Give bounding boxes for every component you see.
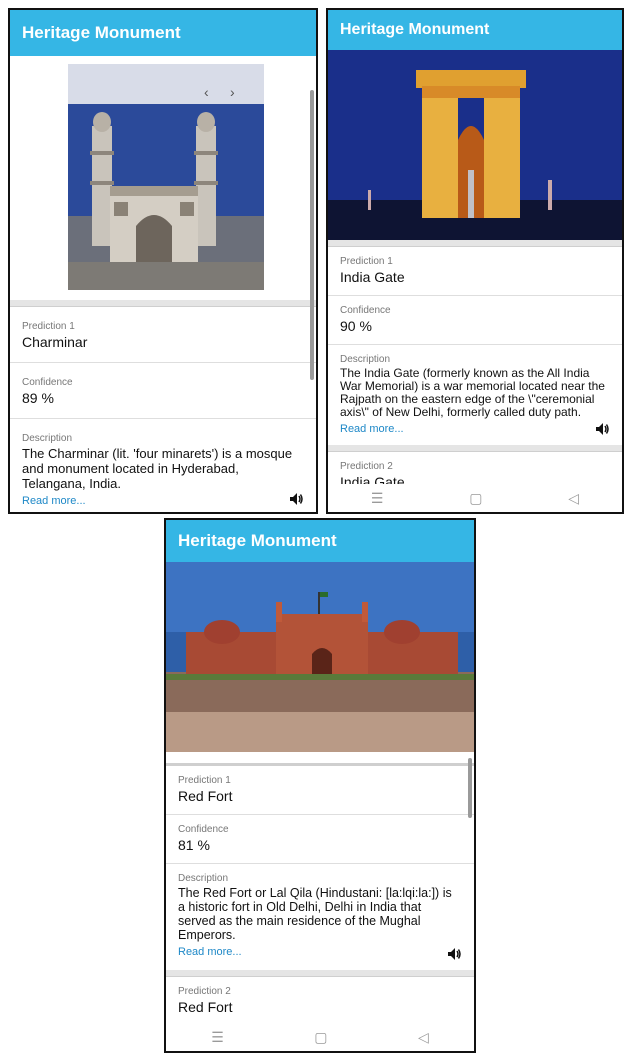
description-text: The Red Fort or Lal Qila (Hindustani: [l…: [178, 886, 452, 942]
prediction-2-field: Prediction 2 Red Fort: [166, 977, 474, 1025]
speaker-icon[interactable]: [594, 421, 610, 437]
description-field: Description The Charminar (lit. 'four mi…: [10, 419, 316, 512]
confidence-value: 81 %: [178, 837, 210, 853]
prediction-1-field: Prediction 1 Red Fort: [166, 766, 474, 815]
home-icon[interactable]: ▢: [469, 490, 482, 507]
description-label: Description: [22, 433, 73, 444]
read-more-link[interactable]: Read more...: [340, 423, 404, 435]
app-title: Heritage Monument: [22, 23, 181, 42]
monument-image-area: [166, 562, 474, 752]
prediction-1-label: Prediction 1: [178, 775, 231, 786]
section-divider: [166, 970, 474, 977]
prediction-2-label: Prediction 2: [178, 986, 231, 997]
confidence-field: Confidence 89 %: [10, 363, 316, 419]
monument-image-area: [328, 50, 622, 240]
description-field: Description The Red Fort or Lal Qila (Hi…: [166, 864, 474, 970]
prediction-1-value: Red Fort: [178, 788, 233, 804]
section-divider: [328, 445, 622, 452]
prediction-1-label: Prediction 1: [22, 321, 75, 332]
app-bar: Heritage Monument: [10, 10, 316, 56]
menu-icon[interactable]: ☰: [211, 1029, 224, 1046]
confidence-field: Confidence 90 %: [328, 296, 622, 345]
scrollbar[interactable]: [310, 90, 314, 380]
prediction-1-field: Prediction 1 India Gate: [328, 247, 622, 296]
speaker-icon[interactable]: [446, 946, 462, 962]
prediction-1-value: India Gate: [340, 269, 405, 285]
prediction-1-label: Prediction 1: [340, 256, 393, 267]
chevron-left-icon[interactable]: ‹: [204, 84, 209, 100]
system-navbar: ☰ ▢ ◁: [328, 484, 622, 512]
confidence-label: Confidence: [340, 305, 391, 316]
system-navbar: ☰ ▢ ◁: [166, 1023, 474, 1051]
prediction-1-field: Prediction 1 Charminar: [10, 307, 316, 363]
section-divider: [10, 300, 316, 307]
scrollbar[interactable]: [468, 758, 472, 818]
app-bar: Heritage Monument: [166, 520, 474, 562]
app-title: Heritage Monument: [178, 531, 337, 550]
back-icon[interactable]: ◁: [418, 1029, 429, 1046]
prediction-1-value: Charminar: [22, 334, 88, 350]
back-icon[interactable]: ◁: [568, 490, 579, 507]
india-gate-photo: [328, 50, 622, 240]
confidence-value: 89 %: [22, 390, 54, 406]
description-field: Description The India Gate (formerly kno…: [328, 345, 622, 445]
confidence-value: 90 %: [340, 318, 372, 334]
section-divider: [166, 752, 474, 766]
home-icon[interactable]: ▢: [314, 1029, 327, 1046]
description-label: Description: [340, 354, 391, 365]
read-more-link[interactable]: Read more...: [22, 495, 86, 507]
description-text: The India Gate (formerly known as the Al…: [340, 366, 605, 419]
screenshot-charminar: Heritage Monument ‹ › Prediction 1 Charm…: [8, 8, 318, 514]
prediction-2-label: Prediction 2: [340, 461, 393, 472]
chevron-right-icon[interactable]: ›: [230, 84, 235, 100]
screenshot-red-fort: Heritage Monument Prediction 1 Red Fort …: [164, 518, 476, 1053]
prediction-2-value: Red Fort: [178, 999, 233, 1015]
description-text: The Charminar (lit. 'four minarets') is …: [22, 446, 293, 491]
app-title: Heritage Monument: [340, 21, 490, 38]
description-label: Description: [178, 873, 229, 884]
confidence-field: Confidence 81 %: [166, 815, 474, 864]
menu-icon[interactable]: ☰: [371, 490, 384, 507]
red-fort-photo: [166, 562, 474, 752]
screenshot-india-gate: Heritage Monument Prediction 1 India Gat…: [326, 8, 624, 514]
monument-image-area: ‹ ›: [10, 56, 316, 300]
confidence-label: Confidence: [178, 824, 229, 835]
confidence-label: Confidence: [22, 377, 73, 388]
read-more-link[interactable]: Read more...: [178, 946, 242, 958]
charminar-photo: [68, 64, 264, 290]
app-bar: Heritage Monument: [328, 10, 622, 50]
section-divider: [328, 240, 622, 247]
speaker-icon[interactable]: [288, 491, 304, 507]
